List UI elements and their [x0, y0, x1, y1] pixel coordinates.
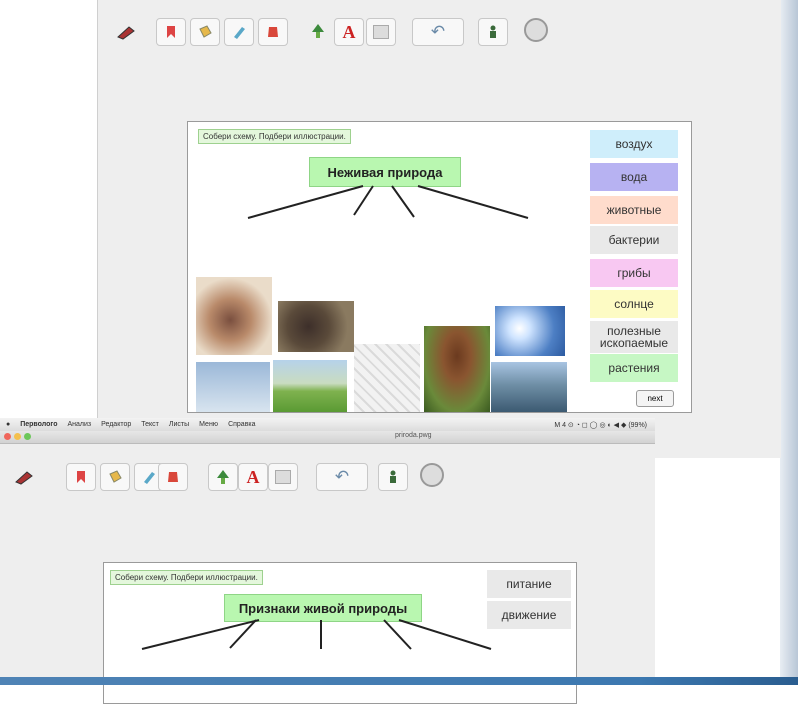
scheme-panel-nonliving: Собери схему. Подбери иллюстрации. Нежив…: [187, 121, 692, 413]
word-card[interactable]: воздух: [590, 130, 678, 158]
word-card[interactable]: бактерии: [590, 226, 678, 254]
shape-icon[interactable]: [258, 18, 288, 46]
photo-crystal[interactable]: [196, 277, 272, 355]
photo-mole[interactable]: [278, 301, 354, 352]
undo-button[interactable]: ↶: [412, 18, 464, 46]
photo-sun[interactable]: [495, 306, 565, 356]
menu-bar: ● Перволого Анализ Редактор Текст Листы …: [0, 418, 655, 431]
tree-icon[interactable]: [208, 463, 238, 491]
undo-icon: ↶: [334, 467, 350, 486]
word-card[interactable]: грибы: [590, 259, 678, 287]
text-icon[interactable]: A: [238, 463, 268, 491]
rectangle-icon[interactable]: [366, 18, 396, 46]
word-card[interactable]: вода: [590, 163, 678, 191]
photo-lake[interactable]: [491, 362, 567, 412]
minimize-icon[interactable]: [14, 433, 21, 440]
shape-icon[interactable]: [158, 463, 188, 491]
bookmark-icon[interactable]: [156, 18, 186, 46]
pen-icon[interactable]: [10, 464, 38, 490]
bookmark-icon[interactable]: [66, 463, 96, 491]
menu-item[interactable]: Меню: [199, 421, 218, 428]
menu-item[interactable]: Листы: [169, 421, 189, 428]
status-icons: M 4 ⊙ ◔ ◻ ◯ ◎ ◐ ◀ ◆ (99%): [554, 421, 647, 429]
window-title: priroda.pwg: [395, 432, 432, 439]
close-icon[interactable]: [4, 433, 11, 440]
photo-bacteria[interactable]: [354, 344, 420, 412]
word-card[interactable]: животные: [590, 196, 678, 224]
menu-item[interactable]: Справка: [228, 421, 255, 428]
tree-icon[interactable]: [304, 18, 332, 44]
undo-icon: ↶: [430, 22, 446, 41]
menu-item[interactable]: Анализ: [67, 421, 91, 428]
fill-icon[interactable]: [100, 463, 130, 491]
photo-sky[interactable]: [196, 362, 270, 412]
window-title-bar: priroda.pwg: [0, 431, 655, 444]
brush-icon[interactable]: [224, 18, 254, 46]
desktop-bottom-edge: [0, 677, 798, 685]
circle-icon[interactable]: [522, 17, 550, 43]
word-card[interactable]: питание: [487, 570, 571, 598]
pen-icon[interactable]: [112, 19, 140, 45]
word-card[interactable]: солнце: [590, 290, 678, 318]
circle-icon[interactable]: [418, 462, 446, 488]
menu-item[interactable]: Текст: [141, 421, 159, 428]
word-card[interactable]: растения: [590, 354, 678, 382]
person-icon[interactable]: [478, 18, 508, 46]
menu-item[interactable]: Редактор: [101, 421, 131, 428]
connector-lines: [141, 619, 492, 650]
undo-button[interactable]: ↶: [316, 463, 368, 491]
editor-window-bottom: A ↶ Собери схему. Подбери иллюстрации. П…: [0, 444, 655, 704]
menu-item[interactable]: Перволого: [20, 421, 57, 428]
desktop-edge: [780, 0, 798, 685]
photo-meadow[interactable]: [273, 360, 347, 412]
rectangle-icon[interactable]: [268, 463, 298, 491]
person-icon[interactable]: [378, 463, 408, 491]
word-card[interactable]: полезные ископаемые: [590, 321, 678, 353]
apple-icon[interactable]: ●: [6, 421, 10, 428]
photo-mushroom[interactable]: [424, 326, 490, 412]
word-card[interactable]: движение: [487, 601, 571, 629]
connector-lines: [247, 185, 529, 219]
text-icon[interactable]: A: [334, 18, 364, 46]
next-button[interactable]: next: [636, 390, 674, 407]
fill-icon[interactable]: [190, 18, 220, 46]
zoom-icon[interactable]: [24, 433, 31, 440]
